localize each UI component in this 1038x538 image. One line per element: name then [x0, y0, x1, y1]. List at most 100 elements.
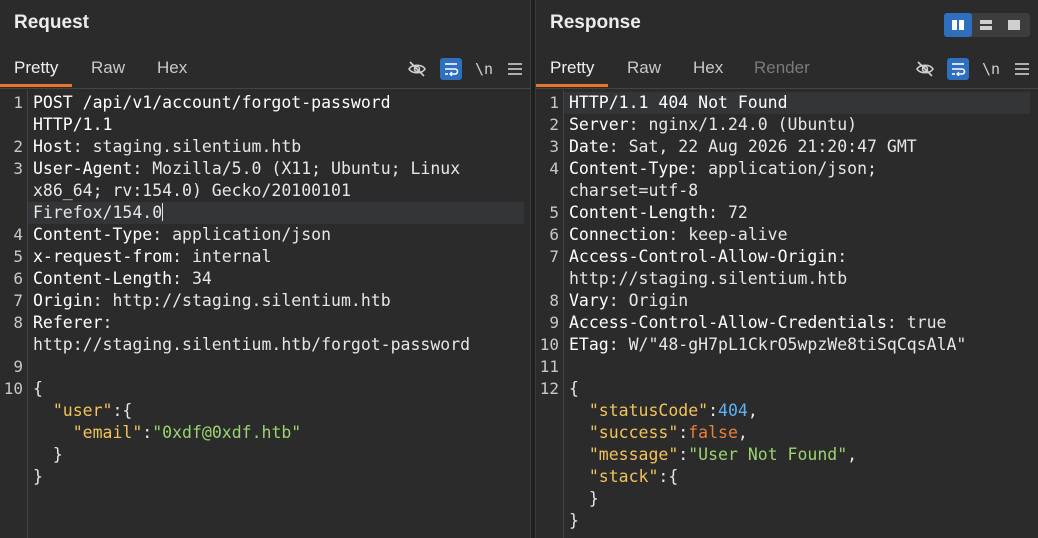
wrap-lines-icon[interactable]: [440, 58, 462, 80]
code-token: : 72: [708, 203, 748, 222]
request-pane: Request Pretty Raw Hex \n 1 POST /api/v1/…: [0, 0, 530, 538]
code-token: : Mozilla/5.0 (X11; Ubuntu; Linux: [132, 159, 461, 178]
code-token: :{: [658, 467, 679, 486]
code-token: : keep-alive: [668, 225, 788, 244]
code-token: }: [33, 467, 43, 486]
menu-icon[interactable]: [1011, 58, 1033, 80]
line-number: 5: [549, 203, 559, 222]
code-line: Connection: keep-alive: [569, 225, 788, 244]
code-line: Access-Control-Allow-Origin:: [569, 247, 847, 266]
line-number: 10: [539, 335, 559, 354]
code-token: :{: [112, 401, 133, 420]
code-token: : application/json;: [688, 159, 877, 178]
response-tab-render[interactable]: Render: [754, 58, 810, 78]
code-line: "success":false,: [569, 423, 748, 442]
code-line: }: [569, 511, 579, 530]
code-token: Date: [569, 137, 609, 156]
code-token: }: [33, 445, 63, 464]
code-line: {: [569, 379, 579, 398]
code-line: }: [33, 445, 63, 464]
code-token: :: [678, 445, 689, 464]
line-number: 3: [549, 137, 559, 156]
code-token: ,: [747, 401, 758, 420]
code-token: HTTP/1.1 404 Not Found: [569, 93, 788, 112]
code-token: "message": [588, 445, 679, 464]
code-token: User-Agent: [33, 159, 133, 178]
code-line: Referer:: [33, 313, 112, 332]
code-line: x86_64; rv:154.0) Gecko/20100101: [33, 181, 351, 200]
code-token: 404: [718, 401, 748, 420]
code-token: http://staging.silentium.htb/forgot-pass…: [33, 335, 471, 354]
request-tab-raw[interactable]: Raw: [91, 58, 125, 78]
code-token: x86_64; rv:154.0) Gecko/20100101: [33, 181, 351, 200]
code-line: Content-Length: 34: [33, 269, 212, 288]
code-token: "email": [72, 423, 143, 442]
code-line: User-Agent: Mozilla/5.0 (X11; Ubuntu; Li…: [33, 159, 460, 178]
code-line: Content-Type: application/json;: [569, 159, 877, 178]
code-line: "stack":{: [569, 467, 678, 486]
layout-single-icon[interactable]: [1000, 13, 1028, 37]
line-number: 7: [13, 291, 23, 310]
code-line: Server: nginx/1.24.0 (Ubuntu): [569, 115, 857, 134]
code-token: Content-Length: [33, 269, 173, 288]
code-line: HTTP/1.1 404 Not Found: [569, 93, 788, 112]
response-tab-raw[interactable]: Raw: [627, 58, 661, 78]
show-newlines-button[interactable]: \n: [473, 58, 495, 80]
code-token: "User Not Found": [688, 445, 848, 464]
code-token: :: [142, 423, 153, 442]
code-line: HTTP/1.1: [33, 115, 112, 134]
code-token: Vary: [569, 291, 609, 310]
hide-nonprintable-icon[interactable]: [914, 58, 936, 80]
show-newlines-button[interactable]: \n: [980, 58, 1002, 80]
wrap-lines-icon[interactable]: [947, 58, 969, 80]
response-tab-hex[interactable]: Hex: [693, 58, 723, 78]
code-token: "success": [588, 423, 679, 442]
request-title: Request: [14, 12, 89, 33]
code-token: ,: [737, 423, 748, 442]
request-editor[interactable]: 1 POST /api/v1/account/forgot-password HTT…: [0, 90, 530, 538]
code-token: Content-Length: [569, 203, 709, 222]
code-line: "message":"User Not Found",: [569, 445, 857, 464]
code-token: "0xdf@0xdf.htb": [152, 423, 302, 442]
menu-icon[interactable]: [504, 58, 526, 80]
code-token: Access-Control-Allow-Origin: [569, 247, 838, 266]
code-token: ,: [847, 445, 858, 464]
code-token: : Origin: [608, 291, 689, 310]
line-number: 4: [13, 225, 23, 244]
response-title: Response: [550, 12, 641, 33]
code-line: Content-Type: application/json: [33, 225, 331, 244]
code-line: {: [33, 379, 43, 398]
request-tab-pretty[interactable]: Pretty: [0, 58, 73, 87]
line-number: 2: [549, 115, 559, 134]
hide-nonprintable-icon[interactable]: [406, 58, 428, 80]
line-number: 9: [549, 313, 559, 332]
code-token: POST /api/v1/account/forgot-password: [33, 93, 391, 112]
code-line: POST /api/v1/account/forgot-password: [33, 93, 391, 112]
code-token: :: [678, 423, 689, 442]
code-token: :: [708, 401, 719, 420]
response-tab-pretty[interactable]: Pretty: [536, 58, 609, 87]
code-token: : W/"48-gH7pL1CkrO5wpzWe8tiSqCqsAlA": [608, 335, 967, 354]
code-line: x-request-from: internal: [33, 247, 271, 266]
code-token: charset=utf-8: [569, 181, 699, 200]
response-editor[interactable]: 1 HTTP/1.1 404 Not Found 2 Server: nginx/1.…: [536, 90, 1038, 538]
line-number: 6: [13, 269, 23, 288]
line-number: 2: [13, 137, 23, 156]
line-number: 9: [13, 357, 23, 376]
code-line: "user":{: [33, 401, 132, 420]
code-token: "statusCode": [588, 401, 709, 420]
code-line: Access-Control-Allow-Credentials: true: [569, 313, 947, 332]
code-line: "statusCode":404,: [569, 401, 758, 420]
code-line: Host: staging.silentium.htb: [33, 137, 301, 156]
code-token: Access-Control-Allow-Credentials: [569, 313, 887, 332]
layout-side-by-side-icon[interactable]: [944, 13, 972, 37]
code-token: Server: [569, 115, 629, 134]
code-line: Date: Sat, 22 Aug 2026 21:20:47 GMT: [569, 137, 917, 156]
request-tab-hex[interactable]: Hex: [157, 58, 187, 78]
layout-stacked-icon[interactable]: [972, 13, 1000, 37]
